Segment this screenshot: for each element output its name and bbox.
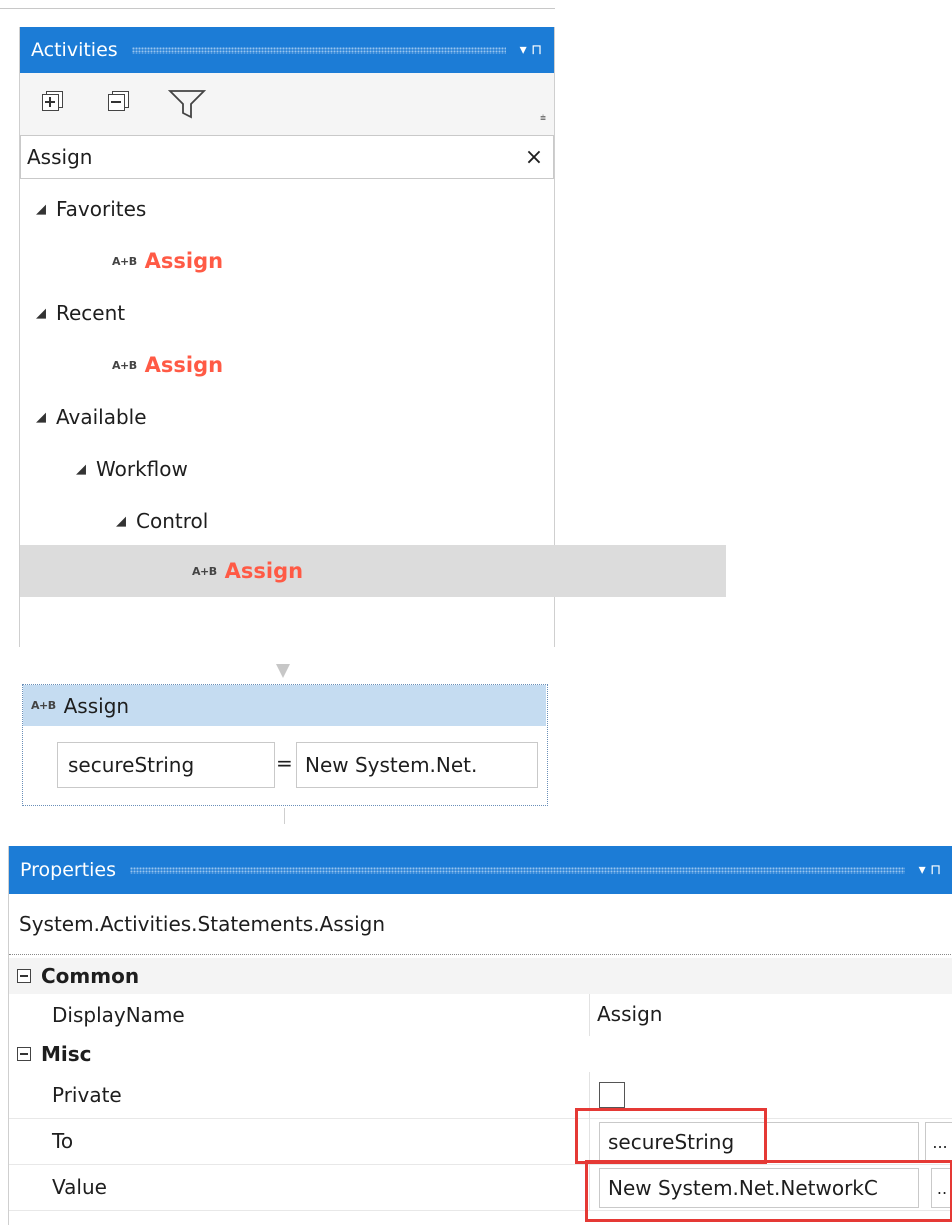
to-ellipsis-button[interactable]: ... xyxy=(925,1122,952,1162)
tree-item-assign-recent[interactable]: A+B Assign xyxy=(20,339,646,391)
category-label: Common xyxy=(41,964,140,988)
title-grip[interactable] xyxy=(130,866,905,874)
tree-label: Workflow xyxy=(96,457,188,481)
displayname-value[interactable]: Assign xyxy=(597,994,662,1034)
assign-value-field[interactable]: New System.Net. xyxy=(296,742,538,788)
tree-label: Control xyxy=(136,509,209,533)
tree-item-assign-favorite[interactable]: A+B Assign xyxy=(20,235,646,287)
toolbar-overflow-icon[interactable]: ⩧ xyxy=(540,113,546,124)
collapse-category-icon[interactable] xyxy=(17,1047,31,1061)
equals-sign: = xyxy=(276,751,293,775)
property-label: Private xyxy=(52,1083,122,1107)
property-label: Value xyxy=(52,1175,107,1199)
activities-toolbar: ⩧ xyxy=(20,73,554,135)
top-divider xyxy=(0,8,555,9)
tree-group-workflow[interactable]: ◢ Workflow xyxy=(20,443,610,495)
private-checkbox[interactable] xyxy=(599,1082,625,1108)
activities-panel: Activities ▾ ⊓ ⩧ × ◢ Favorites A+B Assig… xyxy=(19,27,726,647)
connector-line xyxy=(284,808,285,824)
assign-activity-card[interactable]: A+B Assign secureString = New System.Net… xyxy=(22,684,548,806)
category-label: Misc xyxy=(41,1042,92,1066)
tree-group-control[interactable]: ◢ Control xyxy=(20,495,650,547)
pin-controls[interactable]: ▾ ⊓ xyxy=(919,862,941,878)
connector-arrow-icon xyxy=(276,664,290,678)
tree-label: Favorites xyxy=(56,197,147,221)
search-input[interactable] xyxy=(21,144,519,170)
collapse-triangle-icon[interactable]: ◢ xyxy=(76,462,96,477)
collapse-triangle-icon[interactable]: ◢ xyxy=(36,202,56,217)
tree-label: Assign xyxy=(144,353,224,377)
category-misc[interactable]: Misc xyxy=(9,1036,952,1072)
tree-item-assign-available[interactable]: A+B Assign xyxy=(20,545,726,597)
properties-panel: Properties ▾ ⊓ System.Activities.Stateme… xyxy=(8,846,952,1225)
assign-activity-icon: A+B xyxy=(192,564,217,578)
pin-controls[interactable]: ▾ ⊓ xyxy=(520,42,542,58)
category-common[interactable]: Common xyxy=(9,958,952,994)
title-grip[interactable] xyxy=(131,46,506,54)
property-row-displayname: DisplayName Assign xyxy=(9,994,952,1037)
assign-to-field[interactable]: secureString xyxy=(57,742,275,788)
property-row-private: Private xyxy=(9,1072,952,1119)
highlight-value-field xyxy=(585,1160,952,1222)
property-row-to: To secureString ... xyxy=(9,1118,952,1165)
tree-label: Assign xyxy=(144,249,224,273)
clear-search-icon[interactable]: × xyxy=(519,145,549,170)
collapse-triangle-icon[interactable]: ◢ xyxy=(36,410,56,425)
activities-title: Activities xyxy=(31,39,118,61)
collapse-all-icon[interactable] xyxy=(108,91,130,113)
properties-title-bar: Properties ▾ ⊓ xyxy=(9,846,952,894)
tree-label: Recent xyxy=(56,301,126,325)
collapse-triangle-icon[interactable]: ◢ xyxy=(36,306,56,321)
column-separator xyxy=(589,994,590,1036)
assign-activity-title: Assign xyxy=(63,693,130,718)
selected-type-name: System.Activities.Statements.Assign xyxy=(19,912,386,936)
tree-label: Available xyxy=(56,405,147,429)
highlight-to-field xyxy=(575,1108,767,1164)
activities-title-bar: Activities ▾ ⊓ xyxy=(20,27,554,73)
search-box: × xyxy=(20,135,554,179)
property-label: To xyxy=(52,1129,74,1153)
property-label: DisplayName xyxy=(52,1003,185,1027)
tree-group-recent[interactable]: ◢ Recent xyxy=(20,287,570,339)
expand-all-icon[interactable] xyxy=(42,91,64,113)
assign-activity-icon: A+B xyxy=(112,358,137,372)
collapse-triangle-icon[interactable]: ◢ xyxy=(116,514,136,529)
assign-activity-header[interactable]: A+B Assign xyxy=(23,685,546,726)
divider xyxy=(9,954,952,955)
tree-label: Assign xyxy=(224,559,304,583)
tree-group-available[interactable]: ◢ Available xyxy=(20,391,570,443)
collapse-category-icon[interactable] xyxy=(17,969,31,983)
properties-title: Properties xyxy=(20,859,117,881)
tree-group-favorites[interactable]: ◢ Favorites xyxy=(20,183,570,235)
assign-activity-icon: A+B xyxy=(112,254,137,268)
filter-icon[interactable] xyxy=(168,89,206,119)
assign-activity-icon: A+B xyxy=(31,699,56,712)
